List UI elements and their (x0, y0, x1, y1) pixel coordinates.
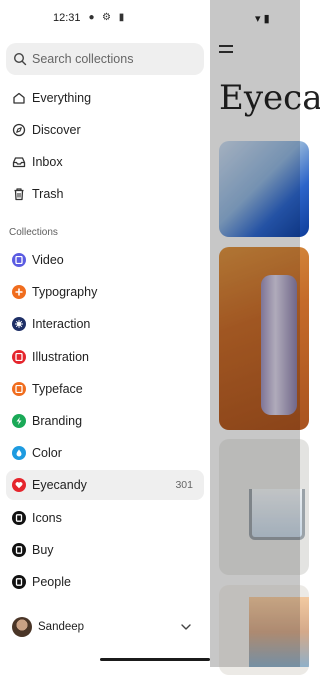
collection-label: Branding (32, 414, 83, 428)
collection-label: Typography (32, 285, 98, 300)
collection-label: Eyecandy (32, 478, 87, 493)
nav-item-discover[interactable]: Discover (6, 116, 204, 144)
collection-item-interaction[interactable]: Interaction (6, 309, 204, 339)
nav-item-label: Everything (32, 91, 92, 105)
collection-item-typography[interactable]: Typography (6, 277, 204, 307)
nav-item-trash[interactable]: Trash (6, 180, 204, 208)
collection-icon (12, 414, 26, 428)
home-indicator (100, 658, 210, 661)
user-switcher[interactable]: Sandeep (0, 612, 210, 642)
collection-icon (12, 510, 26, 525)
collection-item-branding[interactable]: Branding (6, 406, 204, 436)
battery-icon: ▮ (118, 12, 125, 23)
nav-item-inbox[interactable]: Inbox (6, 148, 204, 176)
collection-icon (12, 478, 26, 493)
collection-item-video[interactable]: Video (6, 245, 204, 275)
collection-icon (12, 446, 26, 461)
collection-label: Icons (32, 510, 62, 525)
collection-item-buy[interactable]: Buy (6, 535, 204, 565)
search-input[interactable] (32, 43, 197, 75)
chevron-down-icon (181, 624, 191, 630)
collection-icon (12, 381, 26, 396)
search-bar[interactable] (6, 43, 204, 75)
search-icon (13, 52, 27, 66)
collection-label: Illustration (32, 349, 89, 364)
collection-label: Buy (32, 542, 54, 557)
collection-label: Interaction (32, 317, 91, 332)
collection-icon (12, 285, 26, 300)
collections-header: Collections (9, 227, 58, 238)
collection-label: Video (32, 253, 64, 267)
collection-icon (12, 317, 26, 332)
status-bar: 12:31 ● ⚙ ▮ (0, 0, 210, 36)
collection-item-typeface[interactable]: Typeface (6, 374, 204, 404)
collection-item-people[interactable]: People (6, 567, 204, 597)
collection-label: Color (32, 446, 62, 461)
collection-label: Typeface (32, 381, 83, 396)
avatar (12, 617, 32, 637)
trash-icon (14, 188, 24, 201)
inbox-icon (12, 157, 26, 168)
notification-icon: ● (88, 12, 95, 23)
collection-count: 301 (175, 479, 193, 492)
collection-icon (12, 542, 26, 557)
collection-icon (12, 349, 26, 364)
collection-item-color[interactable]: Color (6, 438, 204, 468)
status-time: 12:31 (53, 12, 81, 24)
nav-item-label: Inbox (32, 155, 63, 169)
nav-item-label: Trash (32, 187, 64, 201)
navigation-drawer: 12:31 ● ⚙ ▮ Everything Discover Inbox (0, 0, 210, 667)
collection-item-icons[interactable]: Icons (6, 503, 204, 533)
collection-item-eyecandy[interactable]: Eyecandy 301 (6, 470, 204, 501)
collection-icon (12, 575, 26, 589)
collection-label: People (32, 575, 71, 589)
compass-icon (12, 123, 26, 137)
user-name: Sandeep (38, 621, 85, 633)
home-icon (13, 92, 25, 104)
collection-icon (12, 253, 26, 267)
nav-item-label: Discover (32, 123, 81, 137)
settings-icon: ⚙ (102, 12, 111, 23)
nav-item-everything[interactable]: Everything (6, 84, 204, 112)
collection-item-illustration[interactable]: Illustration (6, 342, 204, 372)
